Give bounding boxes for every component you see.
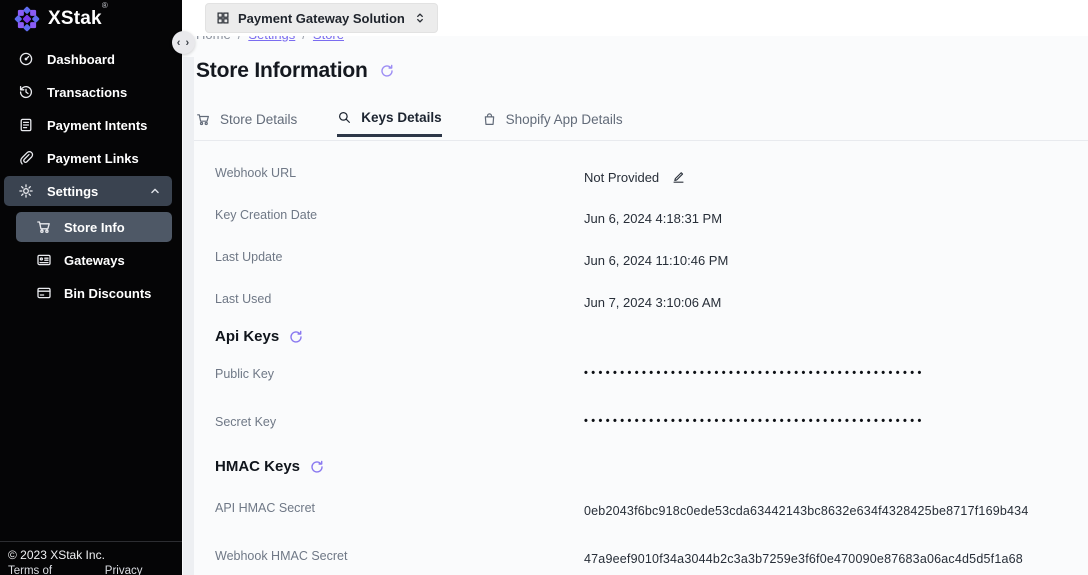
field-row-key-creation-date: Key Creation Date Jun 6, 2024 4:18:31 PM <box>196 206 1068 236</box>
history-icon <box>18 84 34 100</box>
app-switcher-label: Payment Gateway Solution <box>238 11 405 26</box>
tab-label: Store Details <box>220 112 297 127</box>
top-header: Payment Gateway Solution <box>182 0 1088 36</box>
tab-label: Shopify App Details <box>506 112 623 127</box>
privacy-link[interactable]: Privacy Policy <box>105 565 174 575</box>
sidebar-item-label: Transactions <box>47 85 127 100</box>
section-heading: HMAC Keys <box>215 458 300 475</box>
field-value: Jun 6, 2024 4:18:31 PM <box>584 211 722 226</box>
section-api-keys: Api Keys <box>215 328 304 345</box>
tab-store-details[interactable]: Store Details <box>196 110 297 137</box>
field-label: Webhook HMAC Secret <box>215 549 347 563</box>
main-content: Home/Settings/Store Store Information St… <box>182 0 1088 575</box>
section-hmac-keys: HMAC Keys <box>215 458 325 475</box>
masked-key-value: ••••••••••••••••••••••••••••••••••••••••… <box>584 415 925 427</box>
tab-shopify-app-details[interactable]: Shopify App Details <box>482 110 623 137</box>
sidebar-item-gateways[interactable]: Gateways <box>16 245 172 275</box>
field-label: Secret Key <box>215 415 276 429</box>
gear-icon <box>18 183 34 199</box>
field-label: Key Creation Date <box>215 208 317 222</box>
tab-bar: Store Details Keys Details Shopify App D… <box>196 110 623 137</box>
scrollbar-track[interactable] <box>183 57 194 575</box>
sidebar-item-store-info[interactable]: Store Info <box>16 212 172 242</box>
field-value: Jun 6, 2024 11:10:46 PM <box>584 253 728 268</box>
sidebar-collapse-button[interactable]: ‹ › <box>172 31 195 54</box>
field-label: Webhook URL <box>215 166 296 180</box>
field-row-webhook-url: Webhook URL Not Provided <box>196 164 1068 194</box>
credit-card-icon <box>36 285 52 301</box>
sidebar-item-bin-discounts[interactable]: Bin Discounts <box>16 278 172 308</box>
tab-keys-details[interactable]: Keys Details <box>337 110 441 137</box>
grid-icon <box>216 11 230 25</box>
sidebar-item-label: Payment Intents <box>47 118 147 133</box>
sidebar-footer: © 2023 XStak Inc. Terms of Service Priva… <box>0 541 182 575</box>
sidebar-item-label: Gateways <box>64 253 125 268</box>
field-value: Not Provided <box>584 170 659 185</box>
xstak-logo-icon <box>12 4 42 34</box>
logo-text: XStak <box>48 8 102 29</box>
sidebar-item-dashboard[interactable]: Dashboard <box>4 44 172 74</box>
refresh-icon[interactable] <box>309 459 325 475</box>
cart-icon <box>36 219 52 235</box>
masked-key-value: ••••••••••••••••••••••••••••••••••••••••… <box>584 367 925 379</box>
gauge-icon <box>18 51 34 67</box>
sidebar: XStak® Dashboard Transactions Payment In… <box>0 0 182 575</box>
registered-mark: ® <box>102 1 108 10</box>
sidebar-item-payment-links[interactable]: Payment Links <box>4 143 172 173</box>
app-switcher-dropdown[interactable]: Payment Gateway Solution <box>205 3 438 33</box>
field-row-webhook-hmac-secret: Webhook HMAC Secret 47a9eef9010f34a3044b… <box>196 547 1068 575</box>
field-row-last-used: Last Used Jun 7, 2024 3:10:06 AM <box>196 290 1068 320</box>
copyright-text: © 2023 XStak Inc. <box>8 548 174 562</box>
terms-link[interactable]: Terms of Service <box>8 565 91 575</box>
field-value: Jun 7, 2024 3:10:06 AM <box>584 295 721 310</box>
field-row-secret-key: Secret Key •••••••••••••••••••••••••••••… <box>196 413 1068 443</box>
card-id-icon <box>36 252 52 268</box>
sidebar-item-payment-intents[interactable]: Payment Intents <box>4 110 172 140</box>
refresh-icon[interactable] <box>288 329 304 345</box>
field-label: Last Used <box>215 292 271 306</box>
field-label: API HMAC Secret <box>215 501 315 515</box>
field-row-api-hmac-secret: API HMAC Secret 0eb2043f6bc918c0ede53cda… <box>196 499 1068 529</box>
refresh-icon[interactable] <box>379 63 395 79</box>
field-label: Last Update <box>215 250 282 264</box>
hmac-secret-value: 0eb2043f6bc918c0ede53cda63442143bc8632e6… <box>584 504 1028 518</box>
unfold-arrows-icon <box>413 11 427 25</box>
cart-icon <box>196 112 211 127</box>
field-row-last-update: Last Update Jun 6, 2024 11:10:46 PM <box>196 248 1068 278</box>
link-icon <box>18 150 34 166</box>
field-row-public-key: Public Key •••••••••••••••••••••••••••••… <box>196 365 1068 395</box>
sidebar-item-transactions[interactable]: Transactions <box>4 77 172 107</box>
logo[interactable]: XStak® <box>12 4 108 34</box>
edit-pencil-icon[interactable] <box>671 169 686 184</box>
sidebar-item-label: Store Info <box>64 220 125 235</box>
sidebar-item-label: Payment Links <box>47 151 139 166</box>
sidebar-item-settings[interactable]: Settings <box>4 176 172 206</box>
chevron-up-icon <box>148 184 162 198</box>
sidebar-item-label: Settings <box>47 184 98 199</box>
shopping-bag-icon <box>482 112 497 127</box>
app-window: XStak® Dashboard Transactions Payment In… <box>0 0 1088 575</box>
list-icon <box>18 117 34 133</box>
tab-label: Keys Details <box>361 110 441 125</box>
field-label: Public Key <box>215 367 274 381</box>
hmac-secret-value: 47a9eef9010f34a3044b2c3a3b7259e3f6f0e470… <box>584 552 1023 566</box>
sidebar-item-label: Dashboard <box>47 52 115 67</box>
page-title: Store Information <box>196 59 368 83</box>
magnifier-icon <box>337 110 352 125</box>
sidebar-item-label: Bin Discounts <box>64 286 151 301</box>
section-heading: Api Keys <box>215 328 279 345</box>
divider <box>194 140 1088 141</box>
